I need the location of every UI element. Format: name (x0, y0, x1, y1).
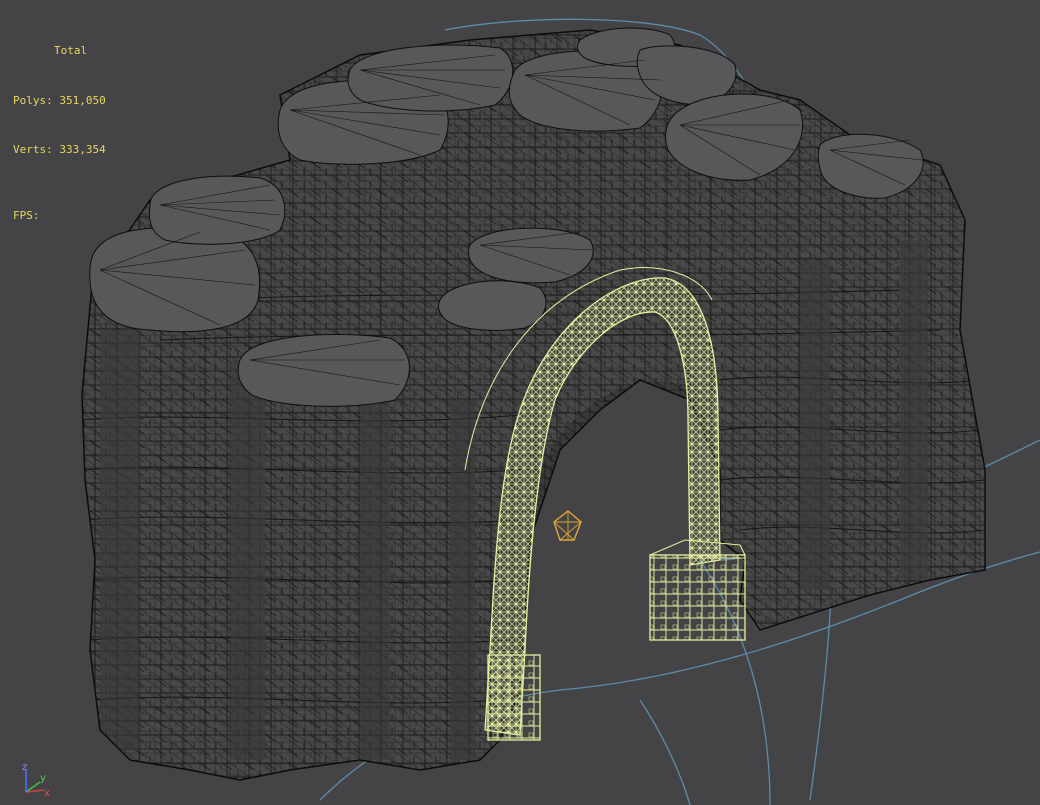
pivot-gizmo-icon[interactable] (553, 510, 583, 541)
arch-pillar-right (649, 539, 746, 641)
stats-title: Total (54, 44, 88, 57)
axis-z-label: z (22, 762, 27, 773)
stats-polys: Polys: 351,050 (13, 93, 106, 110)
axis-y-label: y (40, 773, 46, 784)
stats-verts: Verts: 333,354 (13, 142, 106, 159)
stats-verts-label: Verts: (13, 143, 53, 156)
viewport-perspective[interactable]: Total Polys: 351,050 Verts: 333,354 FPS:… (0, 0, 1040, 805)
stats-verts-value: 333,354 (59, 143, 106, 156)
stats-polys-value: 351,050 (59, 93, 106, 107)
stats-fps-label: FPS: (13, 208, 40, 222)
stats-polys-label: Polys: (13, 93, 53, 107)
scene-canvas[interactable] (0, 0, 1040, 805)
axis-x-label: x (44, 788, 50, 799)
arch-pillar-left (487, 654, 541, 741)
axis-tripod-icon: z y x (22, 762, 50, 799)
viewport-statistics: Total Polys: 351,050 Verts: 333,354 FPS: (13, 10, 106, 257)
